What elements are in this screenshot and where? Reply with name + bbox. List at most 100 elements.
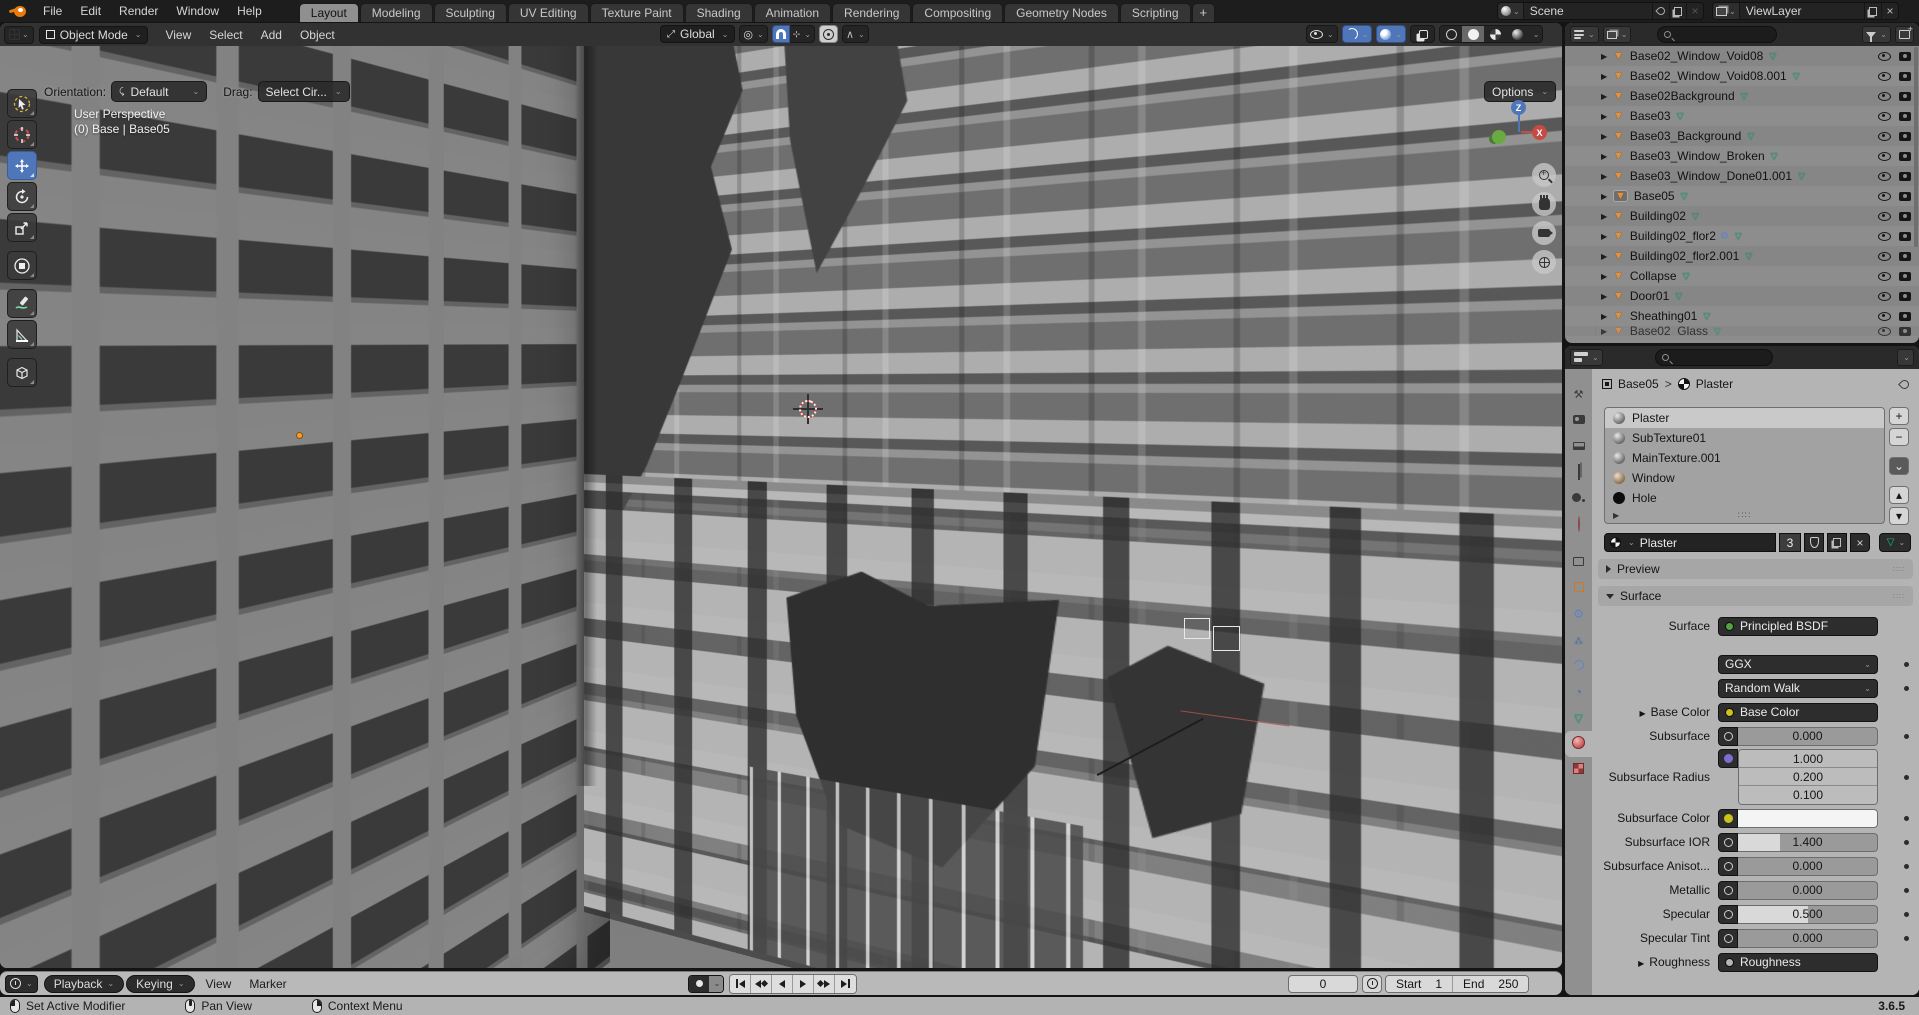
keyframe-dot-icon[interactable] bbox=[1904, 864, 1909, 869]
hide-viewport-icon[interactable] bbox=[1878, 132, 1891, 141]
keyframe-dot-icon[interactable] bbox=[1904, 775, 1909, 780]
value-slider[interactable]: 0.500 bbox=[1738, 905, 1878, 924]
transform-tool-button[interactable] bbox=[7, 251, 37, 280]
outliner-object-name[interactable]: Door01 bbox=[1630, 289, 1669, 303]
node-socket-button[interactable]: Roughness bbox=[1718, 953, 1878, 972]
menu-window[interactable]: Window bbox=[167, 0, 228, 22]
next-keyframe-button[interactable] bbox=[814, 975, 835, 993]
rotate-tool-button[interactable] bbox=[7, 182, 37, 211]
tab-texture-paint[interactable]: Texture Paint bbox=[590, 3, 684, 22]
tab-world[interactable] bbox=[1565, 511, 1592, 537]
properties-search-input[interactable] bbox=[1655, 349, 1773, 366]
outliner-object-name[interactable]: Base03_Background bbox=[1630, 129, 1741, 143]
expand-icon[interactable]: ▶ bbox=[1601, 52, 1609, 61]
disable-render-icon[interactable] bbox=[1899, 272, 1911, 281]
outliner-scrollbar[interactable] bbox=[1914, 47, 1918, 247]
breadcrumb-material[interactable]: Plaster bbox=[1696, 377, 1733, 391]
hide-viewport-icon[interactable] bbox=[1878, 272, 1891, 281]
timeline-menu-keying[interactable]: Keying⌄ bbox=[126, 975, 194, 993]
pan-hand-button[interactable] bbox=[1532, 192, 1556, 216]
zoom-button[interactable] bbox=[1532, 163, 1556, 187]
navigation-gizmo[interactable]: Z X bbox=[1488, 98, 1552, 162]
orientation-default-dropdown[interactable]: ⤹ Default ⌄ bbox=[111, 81, 207, 102]
expand-icon[interactable]: ▶ bbox=[1639, 709, 1645, 718]
tab-uv-editing[interactable]: UV Editing bbox=[508, 3, 589, 22]
auto-keying-toggle[interactable]: ⌄ bbox=[688, 975, 724, 993]
hide-viewport-icon[interactable] bbox=[1878, 327, 1891, 336]
snap-with-dropdown[interactable]: ⊹⌄ bbox=[790, 25, 815, 43]
outliner-row[interactable]: ▶▼Base03_Background▽ bbox=[1565, 126, 1919, 146]
hide-viewport-icon[interactable] bbox=[1878, 252, 1891, 261]
outliner-row[interactable]: ▶▼Base02_Window_Void08.001▽ bbox=[1565, 66, 1919, 86]
expand-icon[interactable]: ▶ bbox=[1601, 212, 1609, 221]
expand-icon[interactable]: ▶ bbox=[1601, 252, 1609, 261]
menu-help[interactable]: Help bbox=[228, 0, 271, 22]
editor-type-button[interactable]: ⌄ bbox=[4, 26, 34, 44]
tab-texture[interactable] bbox=[1565, 757, 1592, 783]
jump-to-end-button[interactable] bbox=[835, 975, 856, 993]
orientation-dropdown[interactable]: ⤢ Global ⌄ bbox=[660, 25, 735, 43]
hide-viewport-icon[interactable] bbox=[1878, 72, 1891, 81]
hide-viewport-icon[interactable] bbox=[1878, 112, 1891, 121]
cursor-tool-button[interactable] bbox=[7, 120, 37, 149]
viewlayer-selector[interactable]: ⌄ ViewLayer × bbox=[1712, 2, 1899, 20]
hide-viewport-icon[interactable] bbox=[1878, 212, 1891, 221]
expand-icon[interactable]: ▶ bbox=[1601, 112, 1609, 121]
disable-render-icon[interactable] bbox=[1899, 232, 1911, 241]
copy-material-button[interactable] bbox=[1827, 533, 1847, 552]
vector-value-field[interactable]: 0.100 bbox=[1739, 786, 1877, 804]
new-collection-button[interactable] bbox=[1895, 26, 1914, 43]
expand-icon[interactable]: ▶ bbox=[1601, 132, 1609, 141]
input-socket[interactable] bbox=[1718, 833, 1738, 852]
shading-rendered-button[interactable] bbox=[1506, 26, 1528, 42]
value-slider[interactable]: 0.000 bbox=[1738, 881, 1878, 900]
pin-scene-icon[interactable] bbox=[1652, 3, 1669, 19]
menu-render[interactable]: Render bbox=[110, 0, 167, 22]
shading-wireframe-button[interactable] bbox=[1440, 26, 1462, 42]
properties-editor-type-button[interactable]: ⌄ bbox=[1570, 349, 1603, 366]
expand-icon[interactable]: ▶ bbox=[1601, 232, 1609, 241]
outliner-filter-collection-dropdown[interactable]: ⌄ bbox=[1603, 26, 1632, 43]
keyframe-dot-icon[interactable] bbox=[1904, 840, 1909, 845]
tab-particles[interactable]: ⁂ bbox=[1565, 627, 1592, 653]
tab-render[interactable] bbox=[1565, 407, 1592, 433]
remove-viewlayer-icon[interactable]: × bbox=[1881, 3, 1898, 19]
outliner-filter-dropdown[interactable]: ⌄ bbox=[1862, 26, 1891, 43]
expand-icon[interactable]: ▶ bbox=[1601, 192, 1609, 201]
shading-options-dropdown[interactable]: ⌄ bbox=[1528, 26, 1542, 42]
outliner-row[interactable]: ▶▼Base02Background▽ bbox=[1565, 86, 1919, 106]
expand-icon[interactable]: ▶ bbox=[1638, 959, 1644, 968]
show-object-types-dropdown[interactable]: ⌄ bbox=[1306, 25, 1338, 43]
outliner-display-mode-dropdown[interactable]: ⌄ bbox=[1570, 26, 1599, 43]
outliner-object-name[interactable]: Base03 bbox=[1630, 109, 1671, 123]
disable-render-icon[interactable] bbox=[1899, 292, 1911, 301]
gizmo-y-axis[interactable] bbox=[1492, 130, 1506, 144]
tab-compositing[interactable]: Compositing bbox=[912, 3, 1003, 22]
link-material-dropdown[interactable]: ▽⌄ bbox=[1879, 533, 1911, 552]
outliner-object-name[interactable]: Base03_Window_Done01.001 bbox=[1630, 169, 1792, 183]
breadcrumb-object[interactable]: Base05 bbox=[1618, 377, 1659, 391]
tab-object[interactable] bbox=[1565, 575, 1592, 601]
timeline-menu-playback[interactable]: Playback⌄ bbox=[44, 975, 124, 993]
viewlayer-icon[interactable]: ⌄ bbox=[1713, 3, 1740, 19]
outliner-object-name[interactable]: Base05 bbox=[1634, 189, 1675, 203]
play-button[interactable] bbox=[793, 975, 814, 993]
viewport-menu-select[interactable]: Select bbox=[200, 24, 251, 46]
hide-viewport-icon[interactable] bbox=[1878, 172, 1891, 181]
keyframe-dot-icon[interactable] bbox=[1904, 888, 1909, 893]
outliner-object-name[interactable]: Base02_Window_Void08 bbox=[1630, 49, 1763, 63]
expand-icon[interactable]: ▶ bbox=[1601, 272, 1609, 281]
hide-viewport-icon[interactable] bbox=[1878, 152, 1891, 161]
input-socket[interactable] bbox=[1718, 881, 1738, 900]
node-socket-button[interactable]: Base Color bbox=[1718, 703, 1878, 722]
add-workspace-button[interactable]: + bbox=[1192, 3, 1216, 22]
hide-viewport-icon[interactable] bbox=[1878, 232, 1891, 241]
outliner-object-name[interactable]: Building02_flor2 bbox=[1630, 229, 1716, 243]
input-socket[interactable] bbox=[1718, 809, 1738, 828]
annotate-tool-button[interactable] bbox=[7, 289, 37, 318]
timeline-editor-type-button[interactable]: ⌄ bbox=[5, 975, 38, 993]
shading-solid-button[interactable] bbox=[1462, 26, 1484, 42]
expand-icon[interactable]: ▶ bbox=[1601, 292, 1609, 301]
mode-dropdown[interactable]: Object Mode ⌄ bbox=[39, 26, 149, 44]
outliner-row[interactable]: ▶▼Sheathing01▽ bbox=[1565, 306, 1919, 326]
